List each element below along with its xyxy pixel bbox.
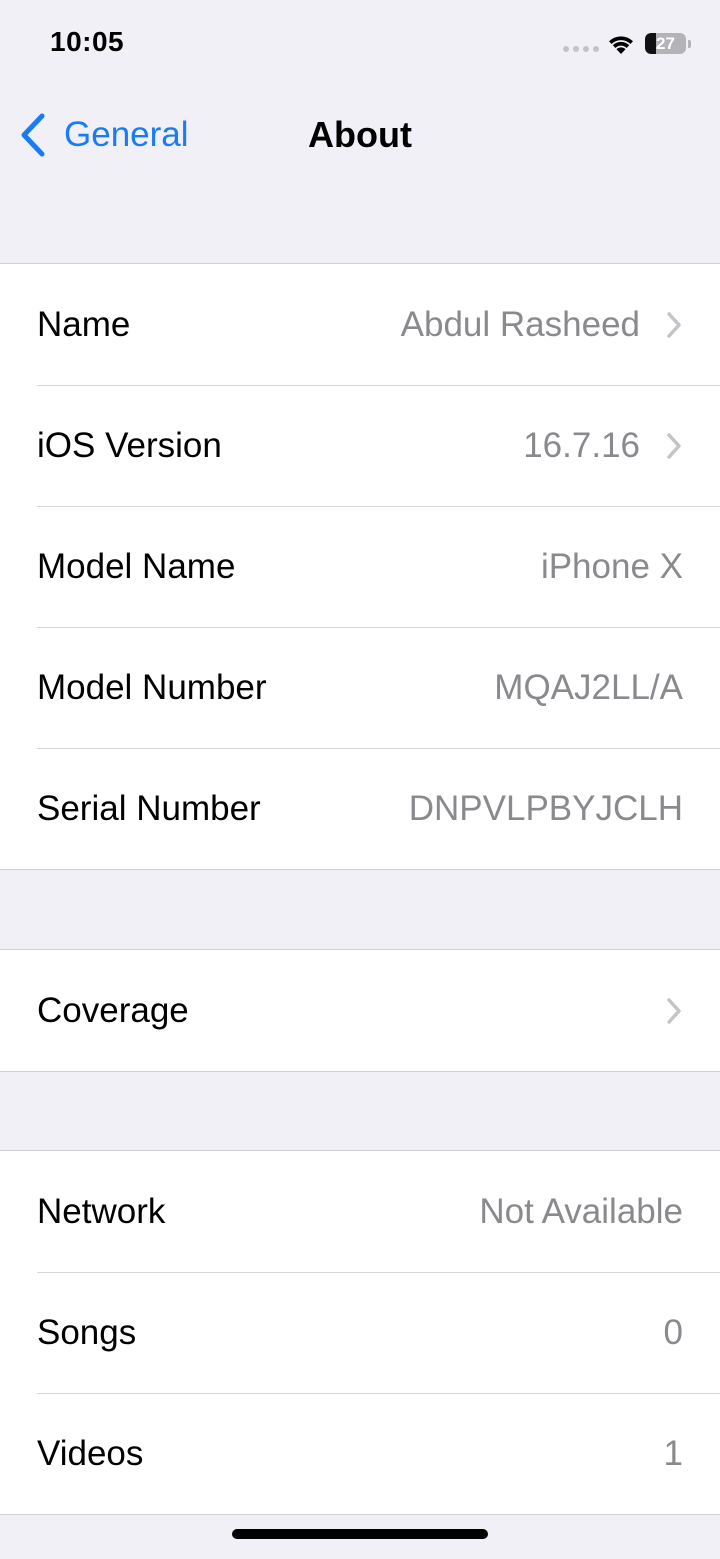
row-label: Serial Number xyxy=(37,788,261,828)
status-bar: 10:05 27 xyxy=(0,0,720,88)
cellular-signal-icon xyxy=(563,46,599,52)
device-info-group: Name Abdul Rasheed iOS Version 16.7.16 M… xyxy=(0,263,720,870)
row-label: Network xyxy=(37,1191,166,1231)
row-model-name: Model Name iPhone X xyxy=(0,506,720,627)
page-title: About xyxy=(308,114,412,155)
battery-percentage: 27 xyxy=(656,34,675,53)
row-value: MQAJ2LL/A xyxy=(494,667,683,707)
battery-icon: 27 xyxy=(645,33,686,54)
coverage-group: Coverage xyxy=(0,949,720,1072)
row-label: Coverage xyxy=(37,990,189,1030)
status-time: 10:05 xyxy=(50,26,125,57)
row-songs: Songs 0 xyxy=(0,1272,720,1393)
home-indicator[interactable] xyxy=(232,1529,488,1539)
row-label: Model Name xyxy=(37,546,236,586)
row-model-number: Model Number MQAJ2LL/A xyxy=(0,627,720,748)
row-network: Network Not Available xyxy=(0,1151,720,1272)
battery-tip xyxy=(688,40,691,48)
chevron-right-icon xyxy=(667,311,681,338)
row-coverage[interactable]: Coverage xyxy=(0,950,720,1071)
row-value: Not Available xyxy=(479,1191,683,1231)
navigation-bar: General About xyxy=(0,100,720,172)
wifi-icon xyxy=(609,36,633,54)
row-value: 16.7.16 xyxy=(523,425,640,465)
row-label: iOS Version xyxy=(37,425,222,465)
row-serial-number: Serial Number DNPVLPBYJCLH xyxy=(0,748,720,869)
row-ios-version[interactable]: iOS Version 16.7.16 xyxy=(0,385,720,506)
media-stats-group: Network Not Available Songs 0 Videos 1 xyxy=(0,1150,720,1515)
chevron-right-icon xyxy=(667,997,681,1024)
row-label: Videos xyxy=(37,1433,144,1473)
row-value: 1 xyxy=(663,1433,683,1473)
row-videos: Videos 1 xyxy=(0,1393,720,1514)
row-label: Name xyxy=(37,304,131,344)
chevron-right-icon xyxy=(667,432,681,459)
row-value: 0 xyxy=(663,1312,683,1352)
row-value: iPhone X xyxy=(540,546,683,586)
row-label: Songs xyxy=(37,1312,137,1352)
row-label: Model Number xyxy=(37,667,267,707)
row-value: DNPVLPBYJCLH xyxy=(408,788,683,828)
row-value: Abdul Rasheed xyxy=(400,304,640,344)
row-name[interactable]: Name Abdul Rasheed xyxy=(0,264,720,385)
